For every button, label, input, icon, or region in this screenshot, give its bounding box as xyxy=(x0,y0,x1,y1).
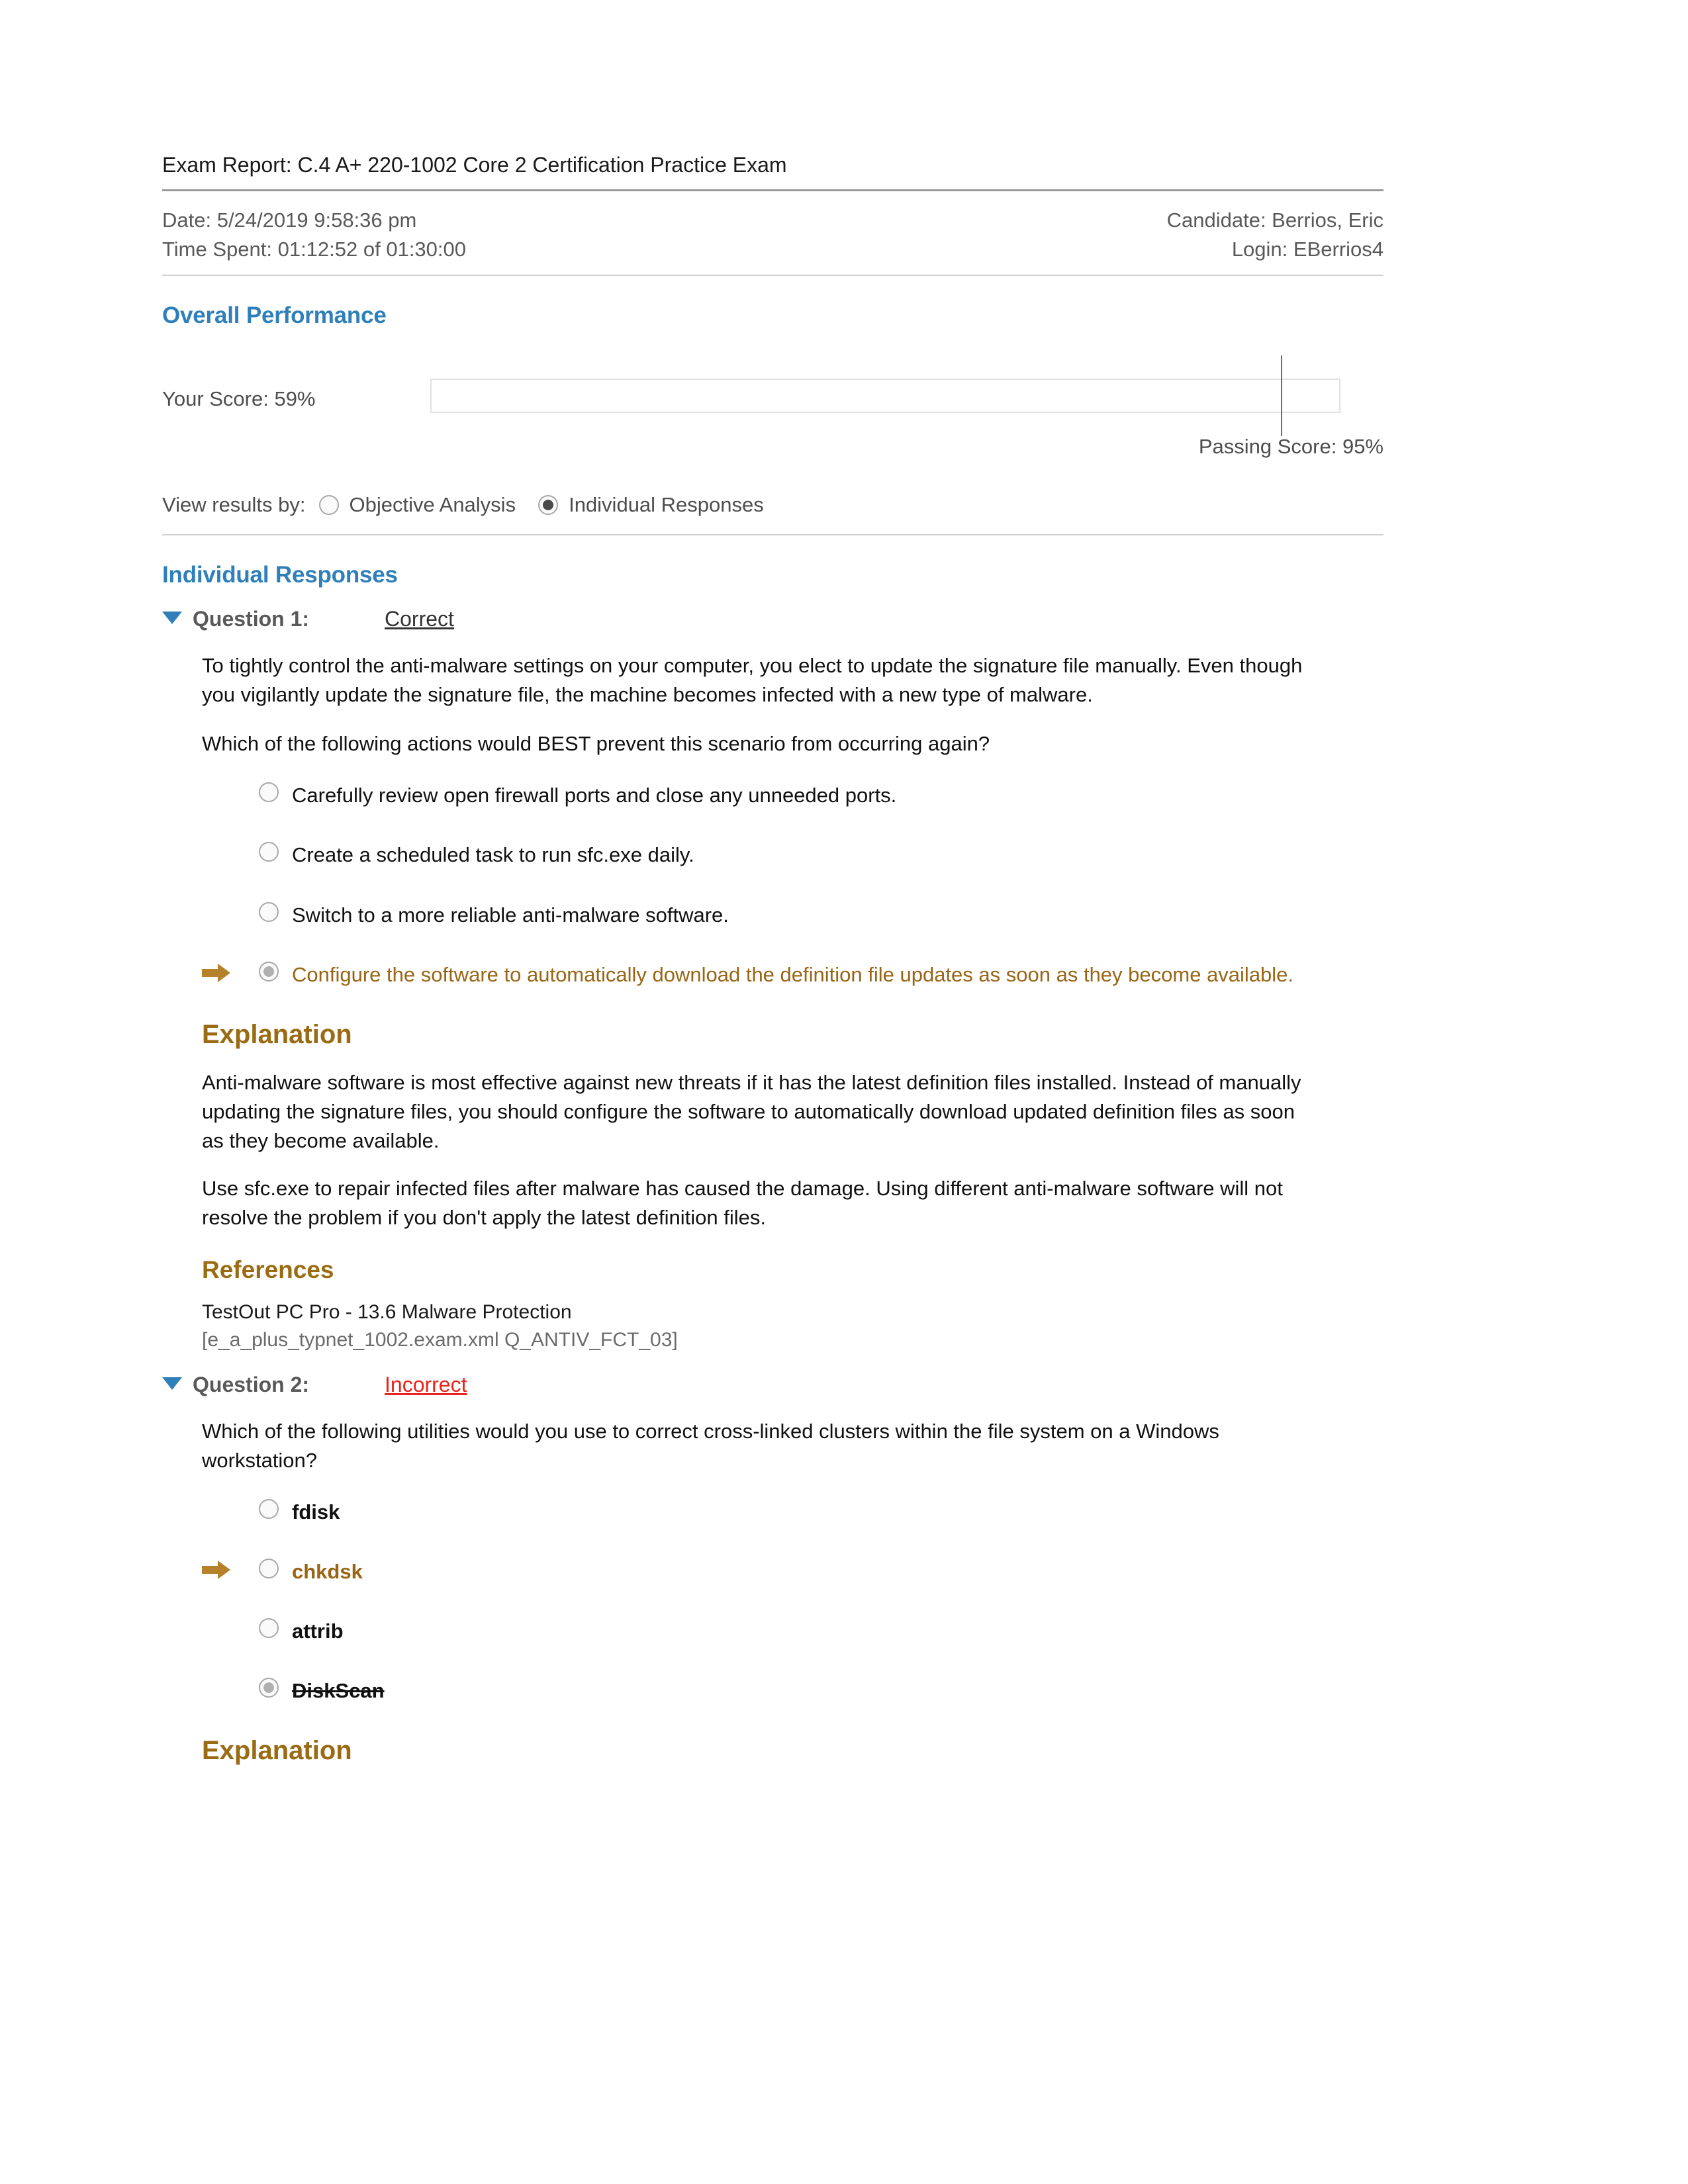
answer-option-label: Switch to a more reliable anti-malware s… xyxy=(292,903,729,927)
meta-divider xyxy=(162,275,1383,277)
question-paragraph: To tightly control the anti-malware sett… xyxy=(202,654,1303,707)
status-badge[interactable]: Incorrect xyxy=(385,1373,467,1397)
question-label: Question 2: xyxy=(193,1372,310,1396)
view-option-label-individual-responses: Individual Responses xyxy=(569,493,764,517)
exam-report-page: Exam Report: C.4 A+ 220-1002 Core 2 Cert… xyxy=(0,0,1688,2184)
status-badge[interactable]: Correct xyxy=(385,607,454,631)
answer-option-label: Create a scheduled task to run sfc.exe d… xyxy=(292,843,694,867)
answer-option-label: Configure the software to automatically … xyxy=(292,962,1294,986)
reference-id: [e_a_plus_typnet_1002.exam.xml Q_ANTIV_F… xyxy=(202,1328,678,1351)
question-paragraph: Which of the following utilities would y… xyxy=(202,1419,1219,1472)
view-option-objective-analysis[interactable]: Objective Analysis xyxy=(318,493,516,517)
passing-score-label: Passing Score: 95% xyxy=(1198,435,1383,459)
answer-option-label: fdisk xyxy=(292,1500,340,1524)
your-score-label: Your Score: 59% xyxy=(162,387,316,411)
time-spent: Time Spent: 01:12:52 of 01:30:00 xyxy=(162,238,467,261)
answer-option-correct[interactable]: chkdsk xyxy=(202,1557,1403,1586)
answer-options: fdisk chkdsk attrib DiskScan xyxy=(202,1498,1403,1706)
references-block: TestOut PC Pro - 13.6 Malware Protection… xyxy=(202,1298,1403,1354)
explanation-paragraph: Use sfc.exe to repair infected files aft… xyxy=(202,1176,1283,1229)
radio-answer-option-selected[interactable] xyxy=(259,1677,279,1698)
answer-option[interactable]: fdisk xyxy=(202,1498,1403,1527)
report-meta: Date: 5/24/2019 9:58:36 pm Time Spent: 0… xyxy=(162,191,1383,275)
question-label: Question 1: xyxy=(193,607,310,631)
question-body: Which of the following utilities would y… xyxy=(162,1417,1403,1766)
question-block: Question 1: Correct To tightly control t… xyxy=(162,607,1403,1353)
radio-individual-responses[interactable] xyxy=(538,495,559,516)
question-body: To tightly control the anti-malware sett… xyxy=(162,651,1403,1353)
radio-answer-option[interactable] xyxy=(259,901,279,922)
question-paragraph: Which of the following actions would BES… xyxy=(202,732,990,756)
candidate-name: Candidate: Berrios, Eric xyxy=(1166,208,1383,232)
answer-option-label: attrib xyxy=(292,1619,344,1643)
explanation-paragraph: Anti-malware software is most effective … xyxy=(202,1070,1301,1152)
answer-option[interactable]: attrib xyxy=(202,1617,1403,1646)
reference-title: TestOut PC Pro - 13.6 Malware Protection xyxy=(202,1300,572,1323)
question-header[interactable]: Question 2: Incorrect xyxy=(162,1373,1403,1397)
exam-date: Date: 5/24/2019 9:58:36 pm xyxy=(162,208,417,232)
radio-answer-option[interactable] xyxy=(259,1498,279,1519)
report-meta-right: Candidate: Berrios, Eric Login: EBerrios… xyxy=(1167,206,1383,264)
passing-score-marker xyxy=(1281,355,1282,437)
chevron-down-icon[interactable] xyxy=(162,612,182,625)
report-meta-left: Date: 5/24/2019 9:58:36 pm Time Spent: 0… xyxy=(162,206,466,264)
answer-option-selected-wrong[interactable]: DiskScan xyxy=(202,1676,1403,1706)
view-results-by-label: View results by: xyxy=(162,493,306,517)
radio-answer-option[interactable] xyxy=(259,842,279,862)
answer-option[interactable]: Create a scheduled task to run sfc.exe d… xyxy=(202,841,1403,870)
answer-options: Carefully review open firewall ports and… xyxy=(202,781,1403,989)
view-by-divider xyxy=(162,534,1383,536)
answer-option-correct[interactable]: Configure the software to automatically … xyxy=(202,960,1403,989)
score-chart: Your Score: 59% Passing Score: 95% xyxy=(162,355,1383,461)
score-bar-fill xyxy=(432,380,967,412)
radio-answer-option[interactable] xyxy=(259,782,279,803)
question-header[interactable]: Question 1: Correct xyxy=(162,607,1403,631)
explanation-heading: Explanation xyxy=(202,1735,352,1765)
radio-answer-option[interactable] xyxy=(259,1558,279,1578)
correct-answer-arrow-icon xyxy=(202,963,231,983)
overall-performance-heading: Overall Performance xyxy=(162,302,387,329)
candidate-login: Login: EBerrios4 xyxy=(1231,238,1383,261)
answer-option-label: chkdsk xyxy=(292,1559,363,1583)
answer-option-label: Carefully review open firewall ports and… xyxy=(292,784,897,807)
correct-answer-arrow-icon xyxy=(202,1560,231,1580)
individual-responses-heading: Individual Responses xyxy=(162,562,398,588)
radio-answer-option[interactable] xyxy=(259,1617,279,1638)
chevron-down-icon[interactable] xyxy=(162,1377,182,1390)
radio-answer-option-selected[interactable] xyxy=(259,961,279,981)
answer-option[interactable]: Carefully review open firewall ports and… xyxy=(202,781,1403,810)
references-heading: References xyxy=(202,1255,334,1283)
view-option-label-objective-analysis: Objective Analysis xyxy=(349,493,516,517)
view-results-by-group: View results by: Objective Analysis Indi… xyxy=(162,493,1383,534)
question-block: Question 2: Incorrect Which of the follo… xyxy=(162,1373,1403,1766)
score-bar-track xyxy=(430,379,1340,414)
answer-option[interactable]: Switch to a more reliable anti-malware s… xyxy=(202,901,1403,930)
explanation-heading: Explanation xyxy=(202,1019,352,1049)
radio-objective-analysis[interactable] xyxy=(318,495,339,516)
answer-option-label: DiskScan xyxy=(292,1678,385,1702)
page-title: Exam Report: C.4 A+ 220-1002 Core 2 Cert… xyxy=(162,153,787,177)
view-option-individual-responses[interactable]: Individual Responses xyxy=(538,493,764,517)
